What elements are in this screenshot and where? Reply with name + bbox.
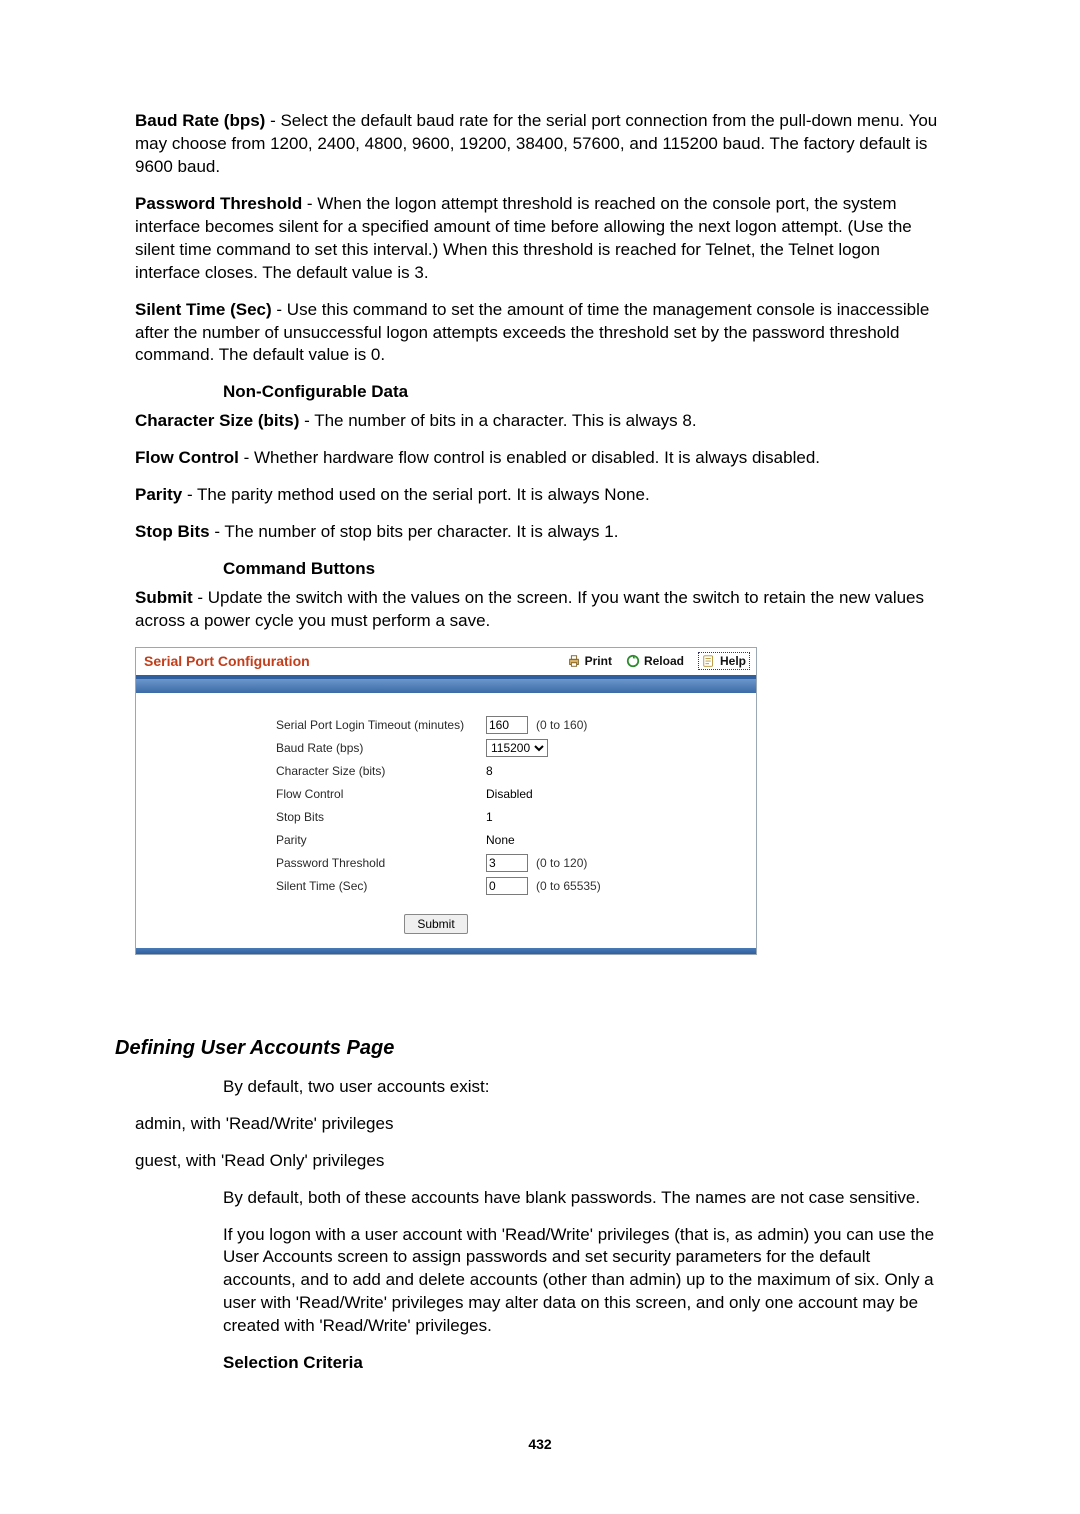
noncfg-label: Flow Control (135, 448, 239, 467)
row-baud-rate: Baud Rate (bps) 115200 (276, 738, 736, 758)
noncfg-parity: Parity - The parity method used on the s… (135, 484, 945, 507)
row-label: Baud Rate (bps) (276, 738, 486, 758)
param-label: Password Threshold (135, 194, 302, 213)
row-label: Password Threshold (276, 853, 486, 873)
submit-label: Submit (135, 588, 193, 607)
row-label: Parity (276, 830, 486, 850)
noncfg-text: - Whether hardware flow control is enabl… (239, 448, 820, 467)
noncfg-text: - The number of bits in a character. Thi… (299, 411, 696, 430)
row-stop-bits: Stop Bits 1 (276, 807, 736, 827)
reload-button[interactable]: Reload (626, 653, 684, 669)
row-hint: (0 to 160) (536, 715, 587, 735)
param-silent-time: Silent Time (Sec) - Use this command to … (135, 299, 945, 368)
help-label: Help (720, 653, 746, 669)
row-value: None (486, 830, 515, 850)
row-label: Silent Time (Sec) (276, 876, 486, 896)
row-value: 1 (486, 807, 493, 827)
panel-title: Serial Port Configuration (144, 652, 567, 671)
submit-description: Submit - Update the switch with the valu… (135, 587, 945, 633)
reload-label: Reload (644, 653, 684, 669)
submit-text: - Update the switch with the values on t… (135, 588, 924, 630)
row-parity: Parity None (276, 830, 736, 850)
row-label: Character Size (bits) (276, 761, 486, 781)
password-threshold-input[interactable] (486, 854, 528, 872)
panel-header: Serial Port Configuration Print Reload (136, 648, 756, 679)
ua-p5: If you logon with a user account with 'R… (223, 1224, 945, 1339)
command-buttons-heading: Command Buttons (223, 558, 945, 581)
panel-stripe (136, 679, 756, 693)
noncfg-text: - The parity method used on the serial p… (182, 485, 649, 504)
param-label: Silent Time (Sec) (135, 300, 272, 319)
silent-time-input[interactable] (486, 877, 528, 895)
param-label: Baud Rate (bps) (135, 111, 265, 130)
section-title-user-accounts: Defining User Accounts Page (115, 1035, 945, 1062)
row-value: 8 (486, 761, 493, 781)
ua-p3: guest, with 'Read Only' privileges (135, 1150, 945, 1173)
serial-port-config-panel: Serial Port Configuration Print Reload (135, 647, 757, 955)
panel-footer-stripe (136, 948, 756, 954)
ua-p2: admin, with 'Read/Write' privileges (135, 1113, 945, 1136)
param-baud-rate: Baud Rate (bps) - Select the default bau… (135, 110, 945, 179)
baud-rate-select[interactable]: 115200 (486, 739, 548, 757)
print-button[interactable]: Print (567, 653, 612, 669)
row-login-timeout: Serial Port Login Timeout (minutes) (0 t… (276, 715, 736, 735)
noncfg-text: - The number of stop bits per character.… (210, 522, 619, 541)
noncfg-stopbits: Stop Bits - The number of stop bits per … (135, 521, 945, 544)
page-number: 432 (135, 1435, 945, 1454)
noncfg-label: Stop Bits (135, 522, 210, 541)
login-timeout-input[interactable] (486, 716, 528, 734)
help-icon (702, 654, 716, 668)
row-flow-control: Flow Control Disabled (276, 784, 736, 804)
ua-p1: By default, two user accounts exist: (223, 1076, 945, 1099)
print-label: Print (585, 653, 612, 669)
help-button[interactable]: Help (698, 652, 750, 670)
row-label: Serial Port Login Timeout (minutes) (276, 715, 486, 735)
selection-criteria-heading: Selection Criteria (223, 1352, 945, 1375)
row-label: Flow Control (276, 784, 486, 804)
row-hint: (0 to 65535) (536, 876, 601, 896)
printer-icon (567, 654, 581, 668)
row-label: Stop Bits (276, 807, 486, 827)
row-value: Disabled (486, 784, 533, 804)
noncfg-label: Parity (135, 485, 182, 504)
nonconfigurable-heading: Non-Configurable Data (223, 381, 945, 404)
row-silent-time: Silent Time (Sec) (0 to 65535) (276, 876, 736, 896)
row-password-threshold: Password Threshold (0 to 120) (276, 853, 736, 873)
reload-icon (626, 654, 640, 668)
ua-p4: By default, both of these accounts have … (223, 1187, 945, 1210)
noncfg-charsize: Character Size (bits) - The number of bi… (135, 410, 945, 433)
row-hint: (0 to 120) (536, 853, 587, 873)
noncfg-label: Character Size (bits) (135, 411, 299, 430)
row-char-size: Character Size (bits) 8 (276, 761, 736, 781)
param-password-threshold: Password Threshold - When the logon atte… (135, 193, 945, 285)
noncfg-flow: Flow Control - Whether hardware flow con… (135, 447, 945, 470)
submit-button[interactable]: Submit (404, 914, 467, 934)
